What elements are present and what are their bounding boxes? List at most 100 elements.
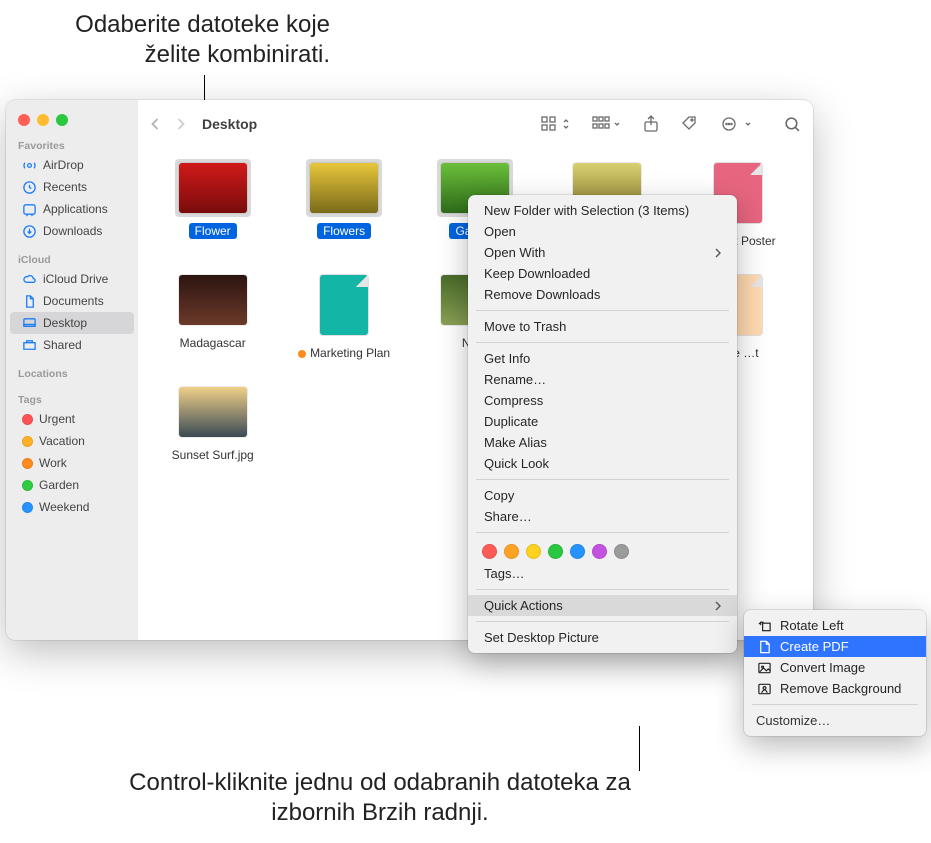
file-item[interactable]: Flower — [158, 159, 268, 249]
menu-item-label: Share… — [484, 509, 532, 524]
menu-item[interactable]: Set Desktop Picture — [468, 627, 737, 648]
menu-item[interactable]: Get Info — [468, 348, 737, 369]
sidebar-item-icloud-drive[interactable]: iCloud Drive — [10, 268, 134, 290]
menu-item-label: Quick Look — [484, 456, 549, 471]
sidebar-item-downloads[interactable]: Downloads — [10, 220, 134, 242]
menu-item[interactable]: New Folder with Selection (3 Items) — [468, 200, 737, 221]
menu-item[interactable]: Rename… — [468, 369, 737, 390]
submenu-customize[interactable]: Customize… — [744, 710, 926, 731]
menu-item[interactable]: Make Alias — [468, 432, 737, 453]
more-button[interactable] — [721, 116, 752, 132]
menu-item-label: Quick Actions — [484, 598, 563, 613]
tag-label: Work — [39, 456, 67, 470]
submenu-item[interactable]: Rotate Left — [744, 615, 926, 636]
tag-circle[interactable] — [504, 544, 519, 559]
menu-item[interactable]: Open — [468, 221, 737, 242]
sidebar-section-icloud: iCloud — [6, 250, 138, 268]
document-icon — [22, 294, 37, 309]
menu-item[interactable]: Quick Look — [468, 453, 737, 474]
sidebar-item-documents[interactable]: Documents — [10, 290, 134, 312]
tag-circle[interactable] — [482, 544, 497, 559]
menu-item-label: Duplicate — [484, 414, 538, 429]
menu-item[interactable]: Keep Downloaded — [468, 263, 737, 284]
file-item[interactable]: Sunset Surf.jpg — [158, 383, 268, 463]
submenu-item[interactable]: Convert Image — [744, 657, 926, 678]
menu-separator — [476, 310, 729, 311]
desktop-icon — [22, 316, 37, 331]
menu-item[interactable]: Open With — [468, 242, 737, 263]
menu-item[interactable]: Compress — [468, 390, 737, 411]
tag-circle[interactable] — [548, 544, 563, 559]
sidebar-item-shared[interactable]: Shared — [10, 334, 134, 356]
menu-item-label: Set Desktop Picture — [484, 630, 599, 645]
menu-item[interactable]: Copy — [468, 485, 737, 506]
image-thumbnail — [179, 275, 247, 325]
menu-item[interactable]: Tags… — [468, 563, 737, 584]
sidebar-tag-item[interactable]: Vacation — [10, 430, 134, 452]
image-thumbnail — [179, 387, 247, 437]
context-menu: New Folder with Selection (3 Items)Open O… — [468, 195, 737, 653]
view-mode-button[interactable] — [541, 116, 570, 132]
tag-dot-icon — [22, 458, 33, 469]
sidebar-tag-item[interactable]: Urgent — [10, 408, 134, 430]
downloads-icon — [22, 224, 37, 239]
sidebar-tag-item[interactable]: Garden — [10, 474, 134, 496]
menu-tag-row — [468, 538, 737, 563]
back-button[interactable] — [150, 116, 161, 132]
tag-circle[interactable] — [570, 544, 585, 559]
minimize-button[interactable] — [37, 114, 49, 126]
tag-circle[interactable] — [592, 544, 607, 559]
menu-item-label: Compress — [484, 393, 543, 408]
submenu-item[interactable]: Remove Background — [744, 678, 926, 699]
tags-button[interactable] — [681, 115, 699, 133]
window-controls — [6, 108, 138, 136]
sidebar-tag-item[interactable]: Work — [10, 452, 134, 474]
file-item[interactable]: Flowers — [289, 159, 399, 249]
search-button[interactable] — [784, 116, 801, 133]
tag-circle[interactable] — [614, 544, 629, 559]
tag-label: Garden — [39, 478, 79, 492]
sidebar-item-applications[interactable]: Applications — [10, 198, 134, 220]
sidebar-label: Applications — [43, 202, 108, 216]
tag-circle[interactable] — [526, 544, 541, 559]
file-label: Madagascar — [174, 335, 252, 351]
menu-separator — [476, 479, 729, 480]
tag-dot-icon — [22, 502, 33, 513]
file-item[interactable]: Madagascar — [158, 271, 268, 361]
chevron-right-icon — [714, 248, 721, 258]
path-title: Desktop — [202, 116, 257, 132]
image-thumbnail — [179, 163, 247, 213]
menu-separator — [476, 589, 729, 590]
submenu-item[interactable]: Create PDF — [744, 636, 926, 657]
sidebar-section-tags: Tags — [6, 390, 138, 408]
chevron-right-icon — [714, 601, 721, 611]
action-icon — [756, 661, 772, 675]
menu-item[interactable]: Duplicate — [468, 411, 737, 432]
sidebar-item-recents[interactable]: Recents — [10, 176, 134, 198]
menu-item-label: Open With — [484, 245, 545, 260]
menu-separator — [476, 342, 729, 343]
menu-item[interactable]: Quick Actions — [468, 595, 737, 616]
forward-button[interactable] — [175, 116, 186, 132]
menu-separator — [476, 621, 729, 622]
image-thumbnail — [310, 163, 378, 213]
tag-dot-icon — [298, 350, 306, 358]
menu-item[interactable]: Share… — [468, 506, 737, 527]
callout-bottom: Control-kliknite jednu od odabranih dato… — [110, 768, 650, 828]
sidebar-tag-item[interactable]: Weekend — [10, 496, 134, 518]
quick-actions-submenu: Rotate LeftCreate PDFConvert ImageRemove… — [744, 610, 926, 736]
menu-item[interactable]: Move to Trash — [468, 316, 737, 337]
menu-item[interactable]: Remove Downloads — [468, 284, 737, 305]
clock-icon — [22, 180, 37, 195]
sidebar-item-desktop[interactable]: Desktop — [10, 312, 134, 334]
group-button[interactable] — [592, 116, 621, 132]
sidebar-label: Desktop — [43, 316, 87, 330]
file-item[interactable]: Marketing Plan — [289, 271, 399, 361]
applications-icon — [22, 202, 37, 217]
menu-item-label: Rename… — [484, 372, 546, 387]
sidebar-item-airdrop[interactable]: AirDrop — [10, 154, 134, 176]
share-button[interactable] — [643, 115, 659, 133]
zoom-button[interactable] — [56, 114, 68, 126]
close-button[interactable] — [18, 114, 30, 126]
menu-item-label: Keep Downloaded — [484, 266, 590, 281]
